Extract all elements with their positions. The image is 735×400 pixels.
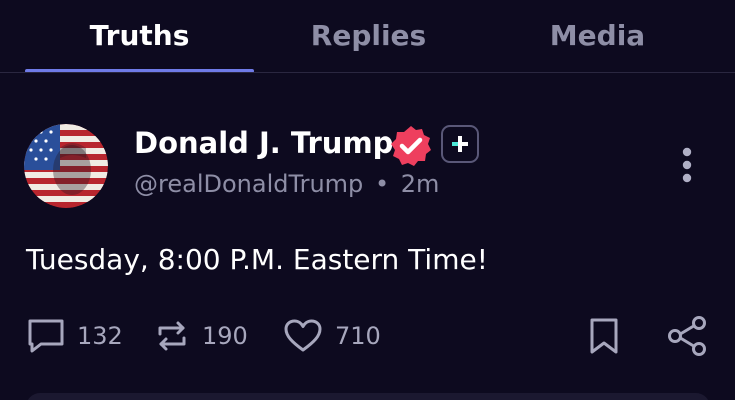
like-button[interactable]: 710: [283, 316, 381, 356]
post-text: Tuesday, 8:00 P.M. Eastern Time!: [26, 243, 488, 276]
tab-bar: Truths Replies Media: [0, 0, 735, 73]
reply-count: 132: [77, 322, 123, 350]
next-post-card: [26, 393, 710, 400]
retruth-button[interactable]: 190: [154, 316, 248, 356]
bookmark-icon[interactable]: [588, 316, 620, 356]
heart-icon: [284, 319, 322, 352]
like-count: 710: [335, 322, 381, 350]
tab-media[interactable]: Media: [483, 0, 712, 70]
tab-replies[interactable]: Replies: [254, 0, 483, 70]
author-meta: @realDonaldTrump • 2m: [134, 170, 439, 198]
verified-check-icon: [389, 124, 433, 168]
repost-icon: [158, 321, 186, 351]
tab-divider: [0, 72, 735, 73]
avatar[interactable]: [24, 124, 108, 208]
retruth-count: 190: [202, 322, 248, 350]
profile-feed: Truths Replies Media Donald J. Trump @re…: [0, 0, 735, 400]
more-options-icon[interactable]: [680, 146, 694, 184]
author-handle[interactable]: @realDonaldTrump: [134, 170, 363, 198]
share-icon[interactable]: [666, 316, 708, 356]
tab-truths[interactable]: Truths: [25, 0, 254, 70]
reply-button[interactable]: 132: [27, 316, 123, 356]
post-timestamp[interactable]: 2m: [401, 170, 440, 198]
comment-icon: [28, 319, 64, 353]
truth-plus-icon: [441, 125, 479, 163]
author-display-name[interactable]: Donald J. Trump: [134, 126, 393, 160]
meta-separator: •: [374, 170, 390, 198]
